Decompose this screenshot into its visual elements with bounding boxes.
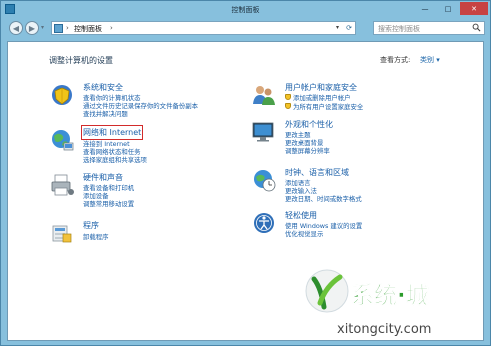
refresh-icon[interactable]: ⟳ [346,24,352,32]
printer-icon[interactable] [49,172,75,198]
control-panel-window: 控制面板 — □ ✕ ◀ ▶ ▾ › 控制面板 › ▾ ⟳ 搜索控制面板 调整计… [0,0,491,346]
display-icon[interactable] [251,119,277,145]
category-title[interactable]: 时钟、语言和区域 [285,167,349,178]
category-link[interactable]: 添加或删除用户帐户 [285,93,351,102]
chevron-right-icon[interactable]: › [110,24,113,32]
close-button[interactable]: ✕ [460,2,488,15]
category-title[interactable]: 轻松使用 [285,210,317,221]
minimize-button[interactable]: — [414,2,436,15]
category-link[interactable]: 优化视觉显示 [285,229,323,238]
search-icon[interactable] [472,23,481,32]
shield-icon[interactable] [49,82,75,108]
breadcrumb[interactable]: 控制面板 [74,24,102,34]
category-title[interactable]: 程序 [83,220,99,231]
category-link[interactable]: 选择家庭组和共享选项 [83,155,147,164]
watermark-logo: 系统·城 xitongcity.com [305,269,431,337]
back-button[interactable]: ◀ [9,21,23,35]
maximize-button[interactable]: □ [437,2,459,15]
programs-icon[interactable] [49,220,75,246]
control-panel-small-icon [54,24,63,33]
address-bar[interactable]: › 控制面板 › ▾ ⟳ [51,21,356,35]
category-link[interactable]: 更改日期、时间或数字格式 [285,194,362,203]
clock-globe-icon[interactable] [251,167,277,193]
view-by-label: 查看方式: [380,56,411,64]
watermark-brand: 系统·城 [351,282,429,309]
chevron-down-icon[interactable]: ▾ [336,24,339,31]
category-link[interactable]: 调整常用移动设置 [83,199,134,208]
accessibility-icon[interactable] [251,210,277,236]
title-bar: 控制面板 — □ ✕ [1,1,490,17]
users-icon[interactable] [251,82,277,108]
watermark-url: xitongcity.com [337,322,431,337]
category-link[interactable]: 卸载程序 [83,232,109,241]
navigation-bar: ◀ ▶ ▾ › 控制面板 › ▾ ⟳ 搜索控制面板 [3,18,488,40]
category-title[interactable]: 网络和 Internet [80,125,144,140]
recent-locations-icon[interactable]: ▾ [41,24,49,32]
category-title[interactable]: 系统和安全 [83,82,123,93]
category-link[interactable]: 为所有用户设置家庭安全 [285,102,363,111]
category-title[interactable]: 硬件和声音 [83,172,123,183]
page-title: 调整计算机的设置 [49,56,113,65]
forward-button[interactable]: ▶ [25,21,39,35]
category-title[interactable]: 外观和个性化 [285,119,333,130]
view-by-dropdown[interactable]: 类别 ▾ [420,55,440,65]
search-placeholder: 搜索控制面板 [378,25,420,33]
chevron-right-icon[interactable]: › [66,24,69,32]
search-input[interactable]: 搜索控制面板 [373,21,485,35]
category-title[interactable]: 用户帐户和家庭安全 [285,82,357,93]
category-link[interactable]: 查找并解决问题 [83,109,128,118]
globe-network-icon[interactable] [49,127,75,153]
category-link[interactable]: 调整屏幕分辨率 [285,146,330,155]
